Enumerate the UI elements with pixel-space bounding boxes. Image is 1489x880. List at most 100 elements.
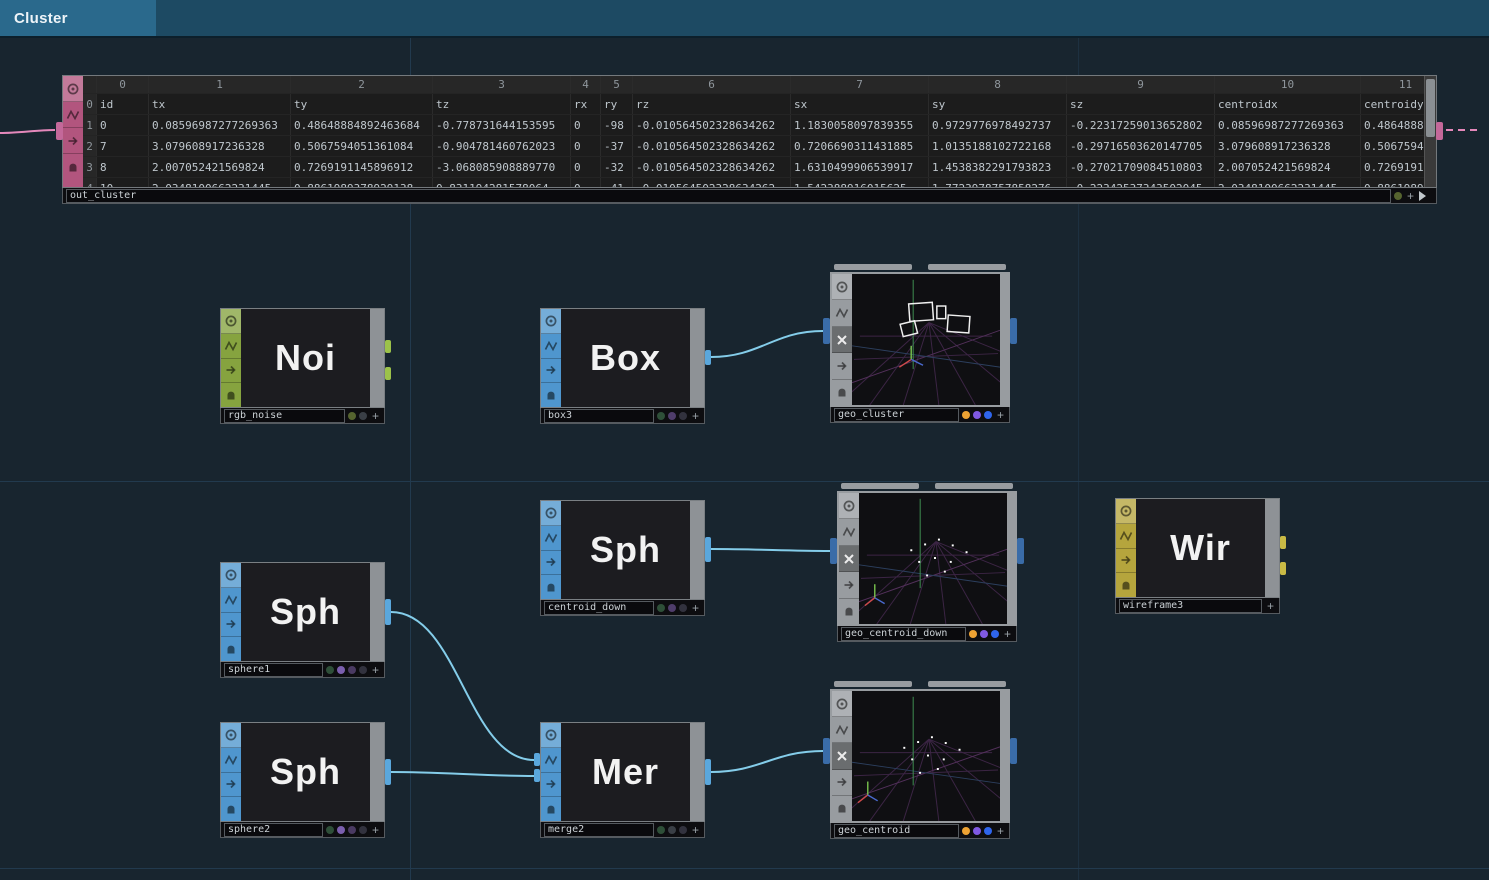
table-cell[interactable]: centroidy (1361, 94, 1424, 114)
table-cell[interactable]: 0 (571, 136, 601, 156)
table-cell[interactable]: ry (601, 94, 633, 114)
table-scrollbar[interactable] (1424, 76, 1436, 187)
bypass-icon[interactable] (541, 334, 561, 359)
flag-dot[interactable] (679, 604, 687, 612)
node-name-field[interactable]: sphere2 (224, 823, 323, 837)
table-cell[interactable]: 0.8861989378929138 (291, 178, 433, 187)
flag-dot[interactable] (973, 411, 981, 419)
network-path-chip[interactable]: Cluster (0, 0, 156, 36)
table-cell[interactable]: -0.27021709084510803 (1067, 157, 1215, 177)
flag-dot[interactable] (679, 412, 687, 420)
table-cell[interactable]: 7 (97, 136, 149, 156)
table-cell[interactable]: -0.778731644153595 (433, 115, 571, 135)
table-cell[interactable]: 0.08596987277269363 (149, 115, 291, 135)
flag-dot[interactable] (679, 826, 687, 834)
input-connector[interactable] (830, 538, 837, 564)
node-name-field[interactable]: sphere1 (224, 663, 323, 677)
add-flag-button[interactable]: + (1002, 628, 1013, 640)
viewer-icon[interactable] (221, 309, 241, 334)
column-header-cell[interactable]: 1 (149, 76, 291, 93)
arrow-icon[interactable] (221, 359, 241, 384)
column-header-cell[interactable]: 2 (291, 76, 433, 93)
viewer-icon[interactable] (221, 723, 241, 748)
node-name-bar[interactable]: rgb_noise + (220, 408, 385, 424)
table-cell[interactable]: 3.079608917236328 (149, 136, 291, 156)
node-name-field[interactable]: out_cluster (66, 189, 1391, 203)
table-cell[interactable]: -0.29716503620147705 (1067, 136, 1215, 156)
node-name-bar[interactable]: box3+ (540, 408, 705, 424)
table-cell[interactable]: 0.48648884 (1361, 115, 1424, 135)
output-connector[interactable] (1010, 318, 1017, 344)
geo-viewport-preview[interactable] (852, 274, 1000, 405)
add-flag-button[interactable]: + (995, 409, 1006, 421)
op-node-sphere1[interactable]: Sphsphere1+ (220, 562, 385, 678)
table-cell[interactable]: 0 (571, 115, 601, 135)
flag-dot[interactable] (359, 826, 367, 834)
viewer-icon[interactable] (541, 309, 561, 334)
column-header-cell[interactable]: 6 (633, 76, 791, 93)
table-cell[interactable]: 1.1830058097839355 (791, 115, 929, 135)
geo-node-geo_centroid[interactable]: geo_centroid+ (830, 689, 1010, 839)
wire-centroid_down-to-geo_centroid_down[interactable] (711, 549, 830, 551)
op-node-rgb_noise[interactable]: Noirgb_noise+ (220, 308, 385, 424)
flag-dot[interactable] (1394, 192, 1402, 200)
bypass-icon[interactable] (63, 102, 83, 128)
flag-dot[interactable] (326, 826, 334, 834)
parent-connector[interactable] (841, 483, 919, 489)
arrow-icon[interactable] (832, 353, 852, 379)
add-flag-button[interactable]: + (370, 410, 381, 422)
add-flag-button[interactable]: + (370, 664, 381, 676)
table-cell[interactable]: 1.7723978757858276 (929, 178, 1067, 187)
table-cell[interactable]: 2.0348100662231445 (149, 178, 291, 187)
table-cell[interactable]: -0.22317259013652802 (1067, 115, 1215, 135)
flag-dot[interactable] (980, 630, 988, 638)
arrow-icon[interactable] (839, 572, 859, 598)
output-connector[interactable] (705, 350, 711, 365)
bypass-icon[interactable] (221, 334, 241, 359)
arrow-icon[interactable] (1116, 549, 1136, 574)
table-cell[interactable]: 0 (571, 157, 601, 177)
bypass-icon[interactable] (1116, 524, 1136, 549)
table-cell[interactable]: rx (571, 94, 601, 114)
bypass-icon[interactable] (832, 717, 852, 743)
flag-dot[interactable] (657, 412, 665, 420)
add-flag-button[interactable]: + (690, 824, 701, 836)
table-cell[interactable]: rz (633, 94, 791, 114)
output-connector[interactable] (1280, 562, 1286, 575)
output-connector[interactable] (705, 537, 711, 562)
node-name-field[interactable]: rgb_noise (224, 409, 345, 423)
table-cell[interactable]: -0.904781460762023 (433, 136, 571, 156)
parent-connector[interactable] (928, 264, 1006, 270)
op-node-sphere2[interactable]: Sphsphere2+ (220, 722, 385, 838)
output-connector[interactable] (1010, 738, 1017, 764)
hand-icon[interactable] (1116, 573, 1136, 597)
arrow-icon[interactable] (832, 770, 852, 796)
table-cell[interactable]: -0.010564502328634262 (633, 115, 791, 135)
table-cell[interactable]: sz (1067, 94, 1215, 114)
node-name-field[interactable]: geo_cluster (834, 408, 959, 422)
geo-node-geo_centroid_down[interactable]: geo_centroid_down+ (837, 491, 1017, 642)
table-cell[interactable]: 3.079608917236328 (1215, 136, 1361, 156)
table-cell[interactable]: 0 (97, 115, 149, 135)
output-connector[interactable] (1436, 122, 1443, 140)
output-connector[interactable] (385, 367, 391, 380)
arrow-icon[interactable] (221, 773, 241, 798)
wire-box3-to-geo_cluster[interactable] (711, 331, 823, 357)
column-header-cell[interactable]: 7 (791, 76, 929, 93)
table-cell[interactable]: 1.6310499906539917 (791, 157, 929, 177)
column-header-cell[interactable]: 3 (433, 76, 571, 93)
flag-dot[interactable] (359, 412, 367, 420)
wire-sphere2-to-merge2[interactable] (391, 772, 534, 776)
viewer-icon[interactable] (839, 493, 859, 519)
hand-icon[interactable] (541, 575, 561, 599)
table-cell[interactable]: id (97, 94, 149, 114)
table-cell[interactable]: sy (929, 94, 1067, 114)
table-cell[interactable]: 10 (97, 178, 149, 187)
flag-dot[interactable] (668, 604, 676, 612)
wire-merge2-to-geo_centroid[interactable] (711, 751, 823, 772)
op-node-wireframe3[interactable]: Wirwireframe3+ (1115, 498, 1280, 614)
parent-connector[interactable] (935, 483, 1013, 489)
flag-dot[interactable] (668, 412, 676, 420)
table-cell[interactable]: -98 (601, 115, 633, 135)
node-name-bar[interactable]: geo_cluster + (830, 407, 1010, 423)
